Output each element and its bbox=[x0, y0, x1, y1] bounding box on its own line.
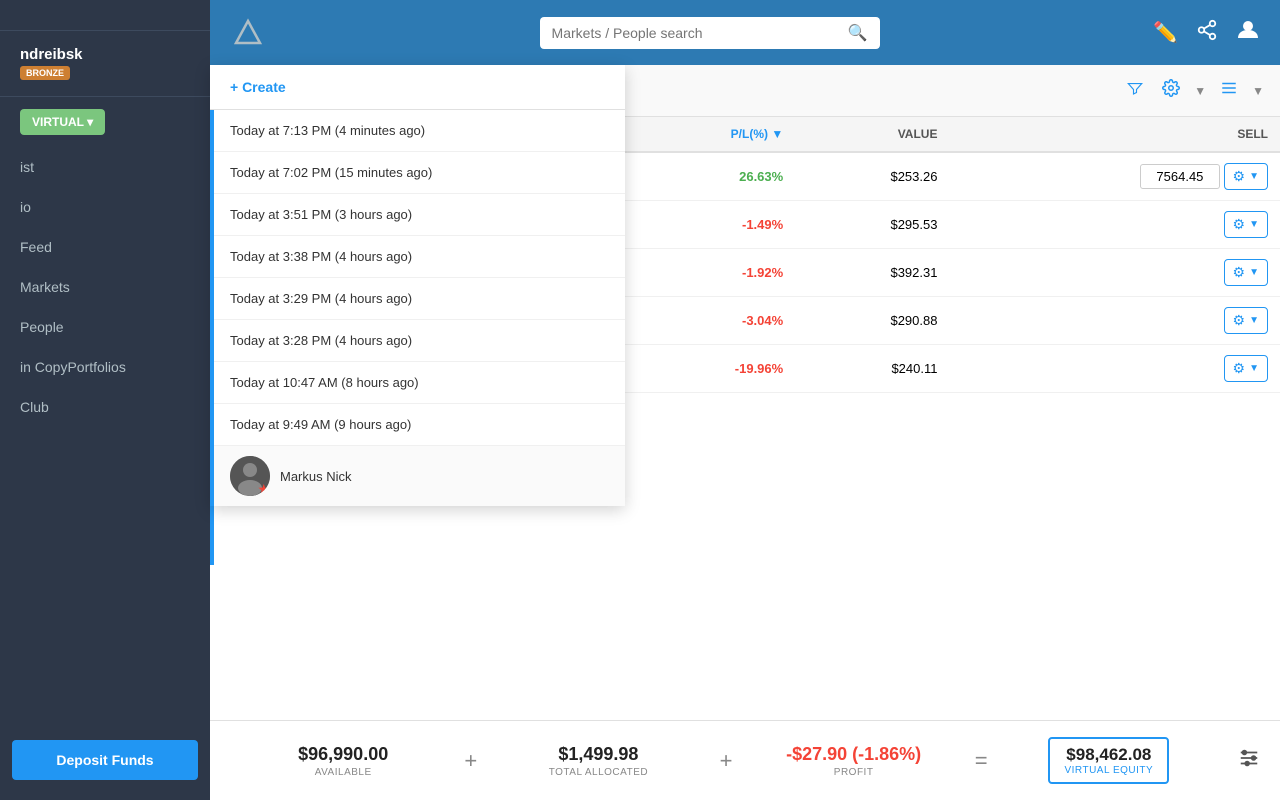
row-action-button[interactable]: ⚙ ▼ bbox=[1224, 211, 1268, 238]
settings-button[interactable] bbox=[1158, 75, 1184, 106]
cell-sell: ⚙ ▼ bbox=[949, 249, 1280, 297]
footer-available: $96,990.00 AVAILABLE bbox=[230, 744, 456, 778]
cell-pl-pct: 26.63% bbox=[629, 152, 795, 201]
dropdown-panel: + Create Today at 7:13 PM (4 minutes ago… bbox=[210, 65, 625, 506]
equity-value: $98,462.08 bbox=[1064, 745, 1153, 765]
star-icon: ★ bbox=[257, 482, 270, 496]
sidebar-item-club[interactable]: Club bbox=[0, 387, 210, 427]
caret-icon: ▼ bbox=[1249, 267, 1259, 278]
col-header-value: VALUE bbox=[795, 117, 949, 152]
footer-settings-icon[interactable] bbox=[1222, 747, 1260, 775]
sidebar-badge: BRONZE bbox=[20, 66, 70, 80]
cell-value: $290.88 bbox=[795, 297, 949, 345]
allocated-label: TOTAL ALLOCATED bbox=[549, 767, 648, 778]
footer-equity: $98,462.08 VIRTUAL EQUITY bbox=[996, 737, 1222, 784]
available-label: AVAILABLE bbox=[315, 767, 372, 778]
notification-item-5[interactable]: Today at 3:28 PM (4 hours ago) bbox=[210, 320, 625, 362]
topbar: 🔍 ✏️ bbox=[210, 0, 1280, 65]
cell-sell: ⚙ ▼ bbox=[949, 152, 1280, 201]
equity-label: VIRTUAL EQUITY bbox=[1064, 765, 1153, 776]
caret-icon: ▼ bbox=[1249, 219, 1259, 230]
list-caret: ▼ bbox=[1252, 84, 1264, 98]
equity-box: $98,462.08 VIRTUAL EQUITY bbox=[1048, 737, 1169, 784]
col-header-sell: SELL bbox=[949, 117, 1280, 152]
plus-icon-2: + bbox=[712, 748, 741, 774]
sidebar-logo bbox=[0, 0, 210, 31]
filter-button[interactable] bbox=[1122, 75, 1148, 106]
profit-label: PROFIT bbox=[834, 767, 874, 778]
notification-item-3[interactable]: Today at 3:38 PM (4 hours ago) bbox=[210, 236, 625, 278]
cell-sell: ⚙ ▼ bbox=[949, 297, 1280, 345]
user-icon[interactable] bbox=[1236, 18, 1260, 48]
caret-icon: ▼ bbox=[1249, 315, 1259, 326]
virtual-button[interactable]: VIRTUAL ▾ bbox=[20, 109, 105, 135]
cell-sell: ⚙ ▼ bbox=[949, 345, 1280, 393]
list-view-button[interactable] bbox=[1216, 75, 1242, 106]
notification-item-2[interactable]: Today at 3:51 PM (3 hours ago) bbox=[210, 194, 625, 236]
sidebar-user: ndreibsk BRONZE bbox=[0, 31, 210, 97]
col-header-pl-pct[interactable]: P/L(%) ▼ bbox=[629, 117, 795, 152]
sidebar-item-feed[interactable]: Feed bbox=[0, 227, 210, 267]
gear-icon: ⚙ bbox=[1233, 312, 1246, 329]
sidebar-item-people[interactable]: People bbox=[0, 307, 210, 347]
notification-item-1[interactable]: Today at 7:02 PM (15 minutes ago) bbox=[210, 152, 625, 194]
search-box: 🔍 bbox=[540, 17, 880, 49]
sidebar-item-markets[interactable]: Markets bbox=[0, 267, 210, 307]
sidebar: ndreibsk BRONZE VIRTUAL ▾ ist io Feed Ma… bbox=[0, 0, 210, 800]
sidebar-item-list[interactable]: ist bbox=[0, 147, 210, 187]
cell-value: $295.53 bbox=[795, 201, 949, 249]
row-action-button[interactable]: ⚙ ▼ bbox=[1224, 259, 1268, 286]
footer-allocated: $1,499.98 TOTAL ALLOCATED bbox=[485, 744, 711, 778]
cell-pl-pct: -19.96% bbox=[629, 345, 795, 393]
notification-item-4[interactable]: Today at 3:29 PM (4 hours ago) bbox=[210, 278, 625, 320]
sidebar-item-io[interactable]: io bbox=[0, 187, 210, 227]
person-item[interactable]: ★ Markus Nick bbox=[210, 446, 625, 506]
create-button[interactable]: + Create bbox=[210, 65, 625, 110]
cell-sell: ⚙ ▼ bbox=[949, 201, 1280, 249]
cell-value: $253.26 bbox=[795, 152, 949, 201]
equals-icon: = bbox=[967, 748, 996, 774]
avatar: ★ bbox=[230, 456, 270, 496]
caret-icon: ▼ bbox=[1249, 363, 1259, 374]
topbar-triangle-icon bbox=[230, 15, 266, 51]
sidebar-item-copyportfolios[interactable]: in CopyPortfolios bbox=[0, 347, 210, 387]
cell-pl-pct: -1.92% bbox=[629, 249, 795, 297]
caret-icon: ▼ bbox=[1249, 171, 1259, 182]
search-container: 🔍 bbox=[276, 17, 1143, 49]
allocated-value: $1,499.98 bbox=[558, 744, 638, 765]
row-action-button[interactable]: ⚙ ▼ bbox=[1224, 307, 1268, 334]
sell-input[interactable] bbox=[1140, 164, 1220, 189]
sidebar-nav: ist io Feed Markets People in CopyPortfo… bbox=[0, 147, 210, 730]
row-action-button[interactable]: ⚙ ▼ bbox=[1224, 163, 1268, 190]
plus-icon: + bbox=[456, 748, 485, 774]
profit-value: -$27.90 (-1.86%) bbox=[786, 744, 921, 765]
edit-icon[interactable]: ✏️ bbox=[1153, 20, 1178, 45]
gear-icon: ⚙ bbox=[1233, 216, 1246, 233]
topbar-icons: ✏️ bbox=[1153, 18, 1260, 48]
cell-pl-pct: -3.04% bbox=[629, 297, 795, 345]
available-value: $96,990.00 bbox=[298, 744, 388, 765]
search-input[interactable] bbox=[552, 25, 840, 41]
footer-profit: -$27.90 (-1.86%) PROFIT bbox=[740, 744, 966, 778]
gear-icon: ⚙ bbox=[1233, 168, 1246, 185]
topbar-logo-area bbox=[230, 15, 266, 51]
cell-value: $392.31 bbox=[795, 249, 949, 297]
notification-item-7[interactable]: Today at 9:49 AM (9 hours ago) bbox=[210, 404, 625, 446]
person-name: Markus Nick bbox=[280, 469, 352, 484]
sidebar-username: ndreibsk bbox=[20, 46, 190, 63]
row-action-button[interactable]: ⚙ ▼ bbox=[1224, 355, 1268, 382]
cell-value: $240.11 bbox=[795, 345, 949, 393]
share-icon[interactable] bbox=[1196, 19, 1218, 47]
notification-item-0[interactable]: Today at 7:13 PM (4 minutes ago) bbox=[210, 110, 625, 152]
footer-bar: $96,990.00 AVAILABLE + $1,499.98 TOTAL A… bbox=[210, 720, 1280, 800]
search-icon: 🔍 bbox=[848, 23, 868, 43]
gear-icon: ⚙ bbox=[1233, 264, 1246, 281]
notification-item-6[interactable]: Today at 10:47 AM (8 hours ago) bbox=[210, 362, 625, 404]
cell-pl-pct: -1.49% bbox=[629, 201, 795, 249]
gear-icon: ⚙ bbox=[1233, 360, 1246, 377]
settings-caret: ▼ bbox=[1194, 84, 1206, 98]
deposit-funds-button[interactable]: Deposit Funds bbox=[12, 740, 198, 780]
